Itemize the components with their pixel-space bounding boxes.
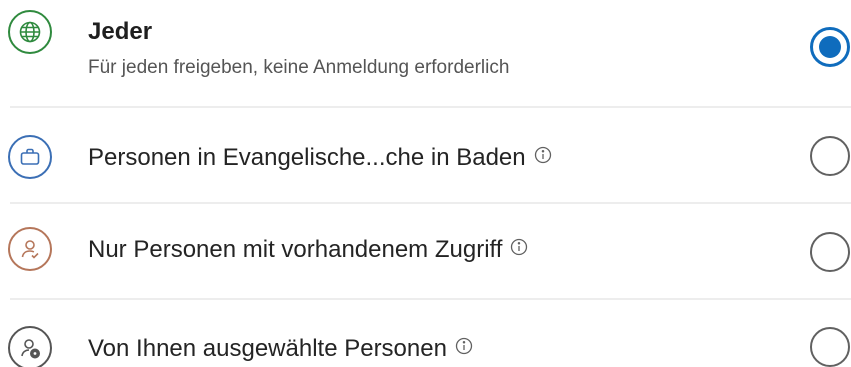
radio-anyone[interactable]: [810, 27, 850, 67]
option-subtitle: Für jeden freigeben, keine Anmeldung erf…: [88, 57, 510, 78]
option-title: Personen in Evangelische...che in Baden: [88, 144, 552, 172]
option-title: Jeder: [88, 18, 153, 45]
globe-icon: [8, 10, 52, 54]
person-check-icon: [8, 227, 52, 271]
option-title-text: Personen in Evangelische...che in Baden: [88, 144, 526, 171]
option-organization[interactable]: Personen in Evangelische...che in Baden: [0, 108, 851, 202]
option-title-text: Nur Personen mit vorhandenem Zugriff: [88, 236, 503, 263]
option-title-text: Von Ihnen ausgewählte Personen: [88, 335, 447, 362]
option-existing-access[interactable]: Nur Personen mit vorhandenem Zugriff: [0, 204, 851, 298]
option-title: Von Ihnen ausgewählte Personen: [88, 335, 473, 363]
person-settings-icon: [8, 326, 52, 367]
option-title: Nur Personen mit vorhandenem Zugriff: [88, 236, 528, 264]
radio-existing-access[interactable]: [810, 232, 850, 272]
info-icon[interactable]: [534, 146, 552, 164]
share-options-list: Jeder Für jeden freigeben, keine Anmeldu…: [0, 0, 851, 367]
radio-organization[interactable]: [810, 136, 850, 176]
option-anyone[interactable]: Jeder Für jeden freigeben, keine Anmeldu…: [0, 0, 851, 106]
radio-specific-people[interactable]: [810, 327, 850, 367]
info-icon[interactable]: [455, 337, 473, 355]
option-specific-people[interactable]: Von Ihnen ausgewählte Personen: [0, 300, 851, 367]
briefcase-icon: [8, 135, 52, 179]
info-icon[interactable]: [510, 238, 528, 256]
